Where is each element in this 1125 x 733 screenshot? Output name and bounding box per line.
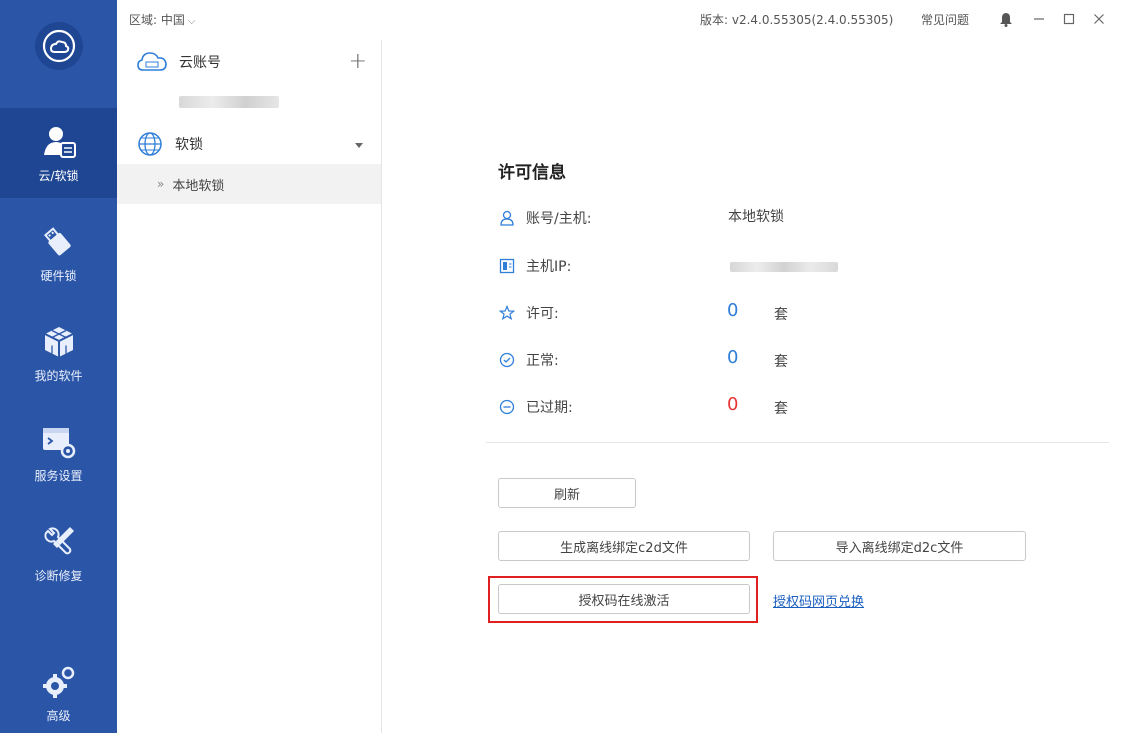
refresh-button[interactable]: 刷新	[498, 478, 636, 508]
gears-icon	[42, 666, 74, 698]
redacted-account-name	[179, 96, 279, 108]
left-nav-rail: 云/软锁 硬件锁 我的软件 服务设置 诊断修复 高级	[0, 0, 117, 733]
sidebar-item-cloud-account[interactable]: 云账号	[117, 48, 381, 76]
region-label: 区域: 中国	[129, 13, 185, 27]
local-soft-lock-label: 本地软锁	[172, 178, 225, 194]
rail-label: 诊断修复	[34, 568, 83, 583]
generate-c2d-button[interactable]: 生成离线绑定c2d文件	[498, 531, 750, 561]
faq-link[interactable]: 常见问题	[921, 11, 969, 28]
row-expired: 已过期:	[498, 397, 573, 417]
row-host-ip: 主机IP:	[498, 256, 571, 276]
globe-icon	[137, 131, 163, 157]
license-count: 0	[727, 300, 739, 321]
cube-icon	[44, 326, 73, 357]
rail-item-cloud-soft-lock[interactable]: 云/软锁	[0, 108, 117, 198]
rail-item-advanced[interactable]: 高级	[0, 648, 117, 733]
soft-lock-label: 软锁	[175, 137, 203, 153]
minimize-icon[interactable]	[1028, 8, 1050, 30]
region-selector[interactable]: 区域: 中国 ⌵	[129, 11, 195, 28]
star-icon	[498, 305, 516, 321]
cloud-icon	[137, 51, 167, 73]
rail-label: 云/软锁	[38, 168, 79, 183]
rail-label: 服务设置	[34, 468, 83, 483]
section-divider	[486, 442, 1109, 443]
row-normal: 正常:	[498, 350, 559, 370]
app-logo	[35, 22, 83, 70]
check-circle-icon	[498, 352, 516, 368]
import-d2c-button[interactable]: 导入离线绑定d2c文件	[773, 531, 1026, 561]
rail-item-diagnose-repair[interactable]: 诊断修复	[0, 508, 117, 598]
account-sidebar: 云账号 + 软锁 » 本地软锁	[117, 40, 382, 733]
add-account-button[interactable]: +	[349, 49, 367, 74]
rail-item-my-software[interactable]: 我的软件	[0, 308, 117, 398]
row-label: 正常:	[526, 353, 559, 369]
expired-count: 0	[727, 394, 739, 415]
user-icon	[498, 210, 516, 226]
rail-label: 高级	[46, 708, 71, 723]
top-bar: 区域: 中国 ⌵ 版本: v2.4.0.55305(2.4.0.55305) 常见…	[117, 0, 1125, 40]
page-title: 许可信息	[498, 163, 566, 183]
chevron-down-icon: ⌵	[187, 16, 196, 27]
normal-count: 0	[727, 347, 739, 368]
caret-down-icon[interactable]	[355, 143, 363, 148]
version-label: 版本: v2.4.0.55305(2.4.0.55305)	[700, 13, 894, 27]
wrench-screwdriver-icon	[43, 526, 74, 554]
row-license: 许可:	[498, 303, 559, 323]
double-chevron-icon: »	[157, 177, 165, 191]
cloud-logo-icon	[42, 29, 76, 63]
usb-key-icon	[43, 226, 71, 255]
row-account-host: 账号/主机:	[498, 208, 591, 228]
row-label: 已过期:	[526, 400, 573, 416]
sidebar-item-soft-lock[interactable]: 软锁	[117, 130, 381, 158]
account-host-value: 本地软锁	[728, 209, 784, 225]
sidebar-item-local-soft-lock[interactable]: » 本地软锁	[117, 164, 381, 204]
row-label: 主机IP:	[526, 259, 572, 275]
web-redeem-link[interactable]: 授权码网页兑换	[773, 591, 864, 610]
rail-item-service-settings[interactable]: 服务设置	[0, 408, 117, 498]
user-doc-icon	[43, 126, 76, 158]
expired-unit: 套	[774, 401, 788, 417]
rail-label: 我的软件	[34, 368, 83, 383]
license-info-panel: 许可信息 账号/主机: 本地软锁 主机IP: 许可: 0 套 正常: 0 套 已…	[383, 40, 1125, 733]
redacted-host-ip	[730, 262, 838, 272]
server-icon	[498, 258, 516, 274]
cloud-account-label: 云账号	[179, 55, 221, 71]
activate-online-button[interactable]: 授权码在线激活	[498, 584, 750, 614]
minus-circle-icon	[498, 399, 516, 415]
rail-label: 硬件锁	[40, 268, 77, 283]
row-label: 账号/主机:	[526, 211, 592, 227]
bell-icon[interactable]	[995, 8, 1017, 30]
maximize-icon[interactable]	[1058, 8, 1080, 30]
row-label: 许可:	[526, 306, 559, 322]
terminal-gear-icon	[42, 427, 75, 458]
app-window: 云/软锁 硬件锁 我的软件 服务设置 诊断修复 高级 区域: 中国 ⌵ 版本: …	[0, 0, 1125, 733]
license-unit: 套	[774, 307, 788, 323]
rail-item-hardware-lock[interactable]: 硬件锁	[0, 208, 117, 298]
normal-unit: 套	[774, 354, 788, 370]
close-icon[interactable]	[1088, 8, 1110, 30]
